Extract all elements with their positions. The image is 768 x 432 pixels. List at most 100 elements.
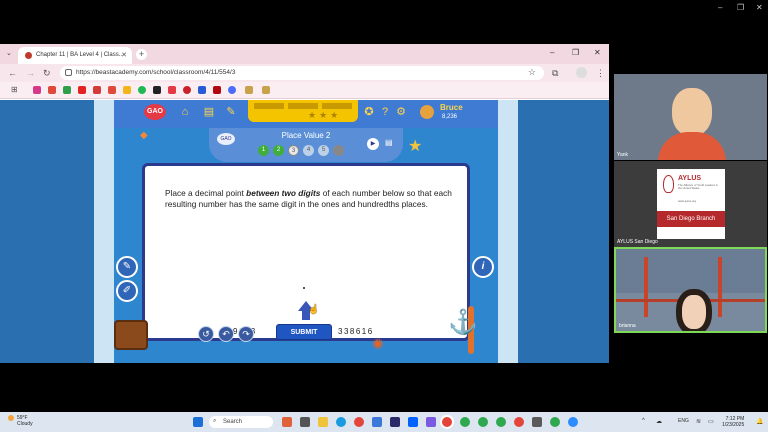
- menu-kebab-icon[interactable]: ⋮: [596, 68, 605, 79]
- messenger-icon[interactable]: [228, 86, 236, 94]
- netflix-icon[interactable]: [213, 86, 221, 94]
- submit-button[interactable]: SUBMIT: [276, 324, 332, 340]
- step-1[interactable]: 1: [258, 145, 269, 156]
- step-3[interactable]: 3: [288, 145, 299, 156]
- task-view-icon[interactable]: [300, 417, 310, 427]
- weather-condition: Cloudy: [17, 421, 33, 427]
- chrome-icon[interactable]: [354, 417, 364, 427]
- browser-minimize-button[interactable]: –: [550, 48, 554, 57]
- step-bonus-icon[interactable]: [333, 145, 344, 156]
- info-button[interactable]: i: [472, 256, 494, 278]
- new-tab-button[interactable]: +: [136, 49, 147, 60]
- reading-icon[interactable]: ▤: [385, 138, 393, 147]
- chrome-4-icon[interactable]: [496, 417, 506, 427]
- zoom-icon[interactable]: [568, 417, 578, 427]
- progress-segment: [288, 103, 318, 109]
- video-tile-yank[interactable]: Yank: [614, 74, 767, 160]
- site-info-icon[interactable]: [65, 69, 72, 76]
- back-arrow-icon[interactable]: ←: [8, 68, 17, 78]
- wifi-icon[interactable]: ≋: [696, 418, 701, 425]
- pencil-book-icon[interactable]: ✎: [224, 105, 238, 119]
- user-avatar[interactable]: [420, 105, 434, 119]
- clock[interactable]: 7:12 PM 1/23/2025: [722, 416, 744, 428]
- widget-icon[interactable]: [282, 417, 292, 427]
- settings-gear-icon[interactable]: ⚙: [394, 105, 408, 119]
- folder-2-icon[interactable]: [262, 86, 270, 94]
- gao-icon[interactable]: [168, 86, 176, 94]
- game-top-bar: GAO ⌂ ▤ ✎ ★★★ ✪ ? ⚙ Bruce 8,236: [114, 100, 498, 128]
- windows-start-icon[interactable]: [193, 417, 203, 427]
- browser-restore-button[interactable]: ❐: [572, 48, 579, 57]
- tab-favicon-icon: [25, 52, 32, 59]
- play-video-icon[interactable]: ▶: [367, 138, 379, 150]
- drive-icon[interactable]: [123, 86, 131, 94]
- address-bar[interactable]: https://beastacademy.com/school/classroo…: [60, 66, 544, 80]
- extensions-icon[interactable]: ⧉: [552, 68, 558, 79]
- youtube-icon[interactable]: [78, 86, 86, 94]
- spotify-icon[interactable]: [138, 86, 146, 94]
- tab-list-chevron-icon[interactable]: ⌄: [6, 49, 12, 57]
- pen-icon[interactable]: [93, 86, 101, 94]
- decimal-point[interactable]: [303, 287, 305, 289]
- screen-minimize-button[interactable]: –: [718, 3, 722, 12]
- step-5[interactable]: 5: [318, 145, 329, 156]
- tab-close-icon[interactable]: ✕: [121, 51, 127, 59]
- reload-icon[interactable]: ↻: [43, 68, 51, 79]
- participant-shirt: [658, 132, 726, 160]
- hand-cursor-icon: ☝: [308, 304, 320, 314]
- apps-grid-icon[interactable]: ⊞: [11, 85, 18, 94]
- tab-title: Chapter 11 | BA Level 4 | Class...: [36, 52, 124, 58]
- edpuzzle-icon[interactable]: [198, 86, 206, 94]
- help-icon[interactable]: ?: [378, 105, 392, 119]
- undo-icon[interactable]: ↶: [218, 326, 234, 342]
- edge-icon[interactable]: [336, 417, 346, 427]
- taskbar-search[interactable]: ⌕ Search: [209, 416, 273, 428]
- game-logo[interactable]: GAO: [144, 104, 166, 120]
- gmail-2-icon[interactable]: [108, 86, 116, 94]
- redo-icon[interactable]: ↷: [238, 326, 254, 342]
- store-icon[interactable]: [372, 417, 382, 427]
- bookmark-star-icon[interactable]: ☆: [528, 67, 536, 78]
- battery-icon[interactable]: ▭: [708, 418, 714, 425]
- badge-icon[interactable]: ✪: [362, 105, 376, 119]
- file-explorer-icon[interactable]: [318, 417, 328, 427]
- classroom-icon[interactable]: [63, 86, 71, 94]
- taskbar: 59°F Cloudy ⌕ Search ^ ☁ ENG ≋ ▭ 7:12 PM…: [0, 412, 768, 432]
- video-tile-aylus[interactable]: AYLUS The Alliance of Youth Leaders in t…: [614, 161, 767, 247]
- dropbox-icon[interactable]: [408, 417, 418, 427]
- screen-restore-button[interactable]: ❐: [737, 3, 744, 12]
- chrome-5-icon[interactable]: [514, 417, 524, 427]
- app-icon[interactable]: [532, 417, 542, 427]
- chatgpt-icon[interactable]: [153, 86, 161, 94]
- home-icon[interactable]: ⌂: [178, 105, 192, 119]
- forward-arrow-icon[interactable]: →: [26, 68, 35, 78]
- profile-avatar[interactable]: [576, 67, 587, 78]
- weather-icon[interactable]: [8, 415, 14, 421]
- browser-close-button[interactable]: ✕: [594, 48, 601, 57]
- step-4[interactable]: 4: [303, 145, 314, 156]
- book-icon[interactable]: ▤: [202, 105, 216, 119]
- video-tile-brianna[interactable]: brianna: [614, 247, 767, 333]
- app-l-icon[interactable]: [390, 417, 400, 427]
- gmail-icon[interactable]: [48, 86, 56, 94]
- restart-icon[interactable]: ↺: [198, 326, 214, 342]
- chrome-6-icon[interactable]: [550, 417, 560, 427]
- folder-icon[interactable]: [245, 86, 253, 94]
- step-2[interactable]: 2: [273, 145, 284, 156]
- chrome-2-icon[interactable]: [460, 417, 470, 427]
- copilot-icon[interactable]: [426, 417, 436, 427]
- number-3[interactable]: 338616: [338, 327, 374, 336]
- notification-bell-icon[interactable]: 🔔: [756, 418, 763, 425]
- browser-tab[interactable]: Chapter 11 | BA Level 4 | Class... ✕: [18, 47, 132, 64]
- instagram-icon[interactable]: [33, 86, 41, 94]
- tray-app-icon[interactable]: ☁: [656, 418, 662, 425]
- eraser-tool-icon[interactable]: ✐: [116, 280, 138, 302]
- language-indicator[interactable]: ENG: [678, 418, 689, 424]
- pencil-tool-icon[interactable]: ✎: [116, 256, 138, 278]
- screen-close-button[interactable]: ✕: [756, 3, 763, 12]
- weather-widget[interactable]: 59°F Cloudy: [17, 415, 33, 427]
- chrome-active-icon[interactable]: [442, 417, 452, 427]
- chrome-3-icon[interactable]: [478, 417, 488, 427]
- pinterest-icon[interactable]: [183, 86, 191, 94]
- tray-chevron-icon[interactable]: ^: [642, 418, 645, 424]
